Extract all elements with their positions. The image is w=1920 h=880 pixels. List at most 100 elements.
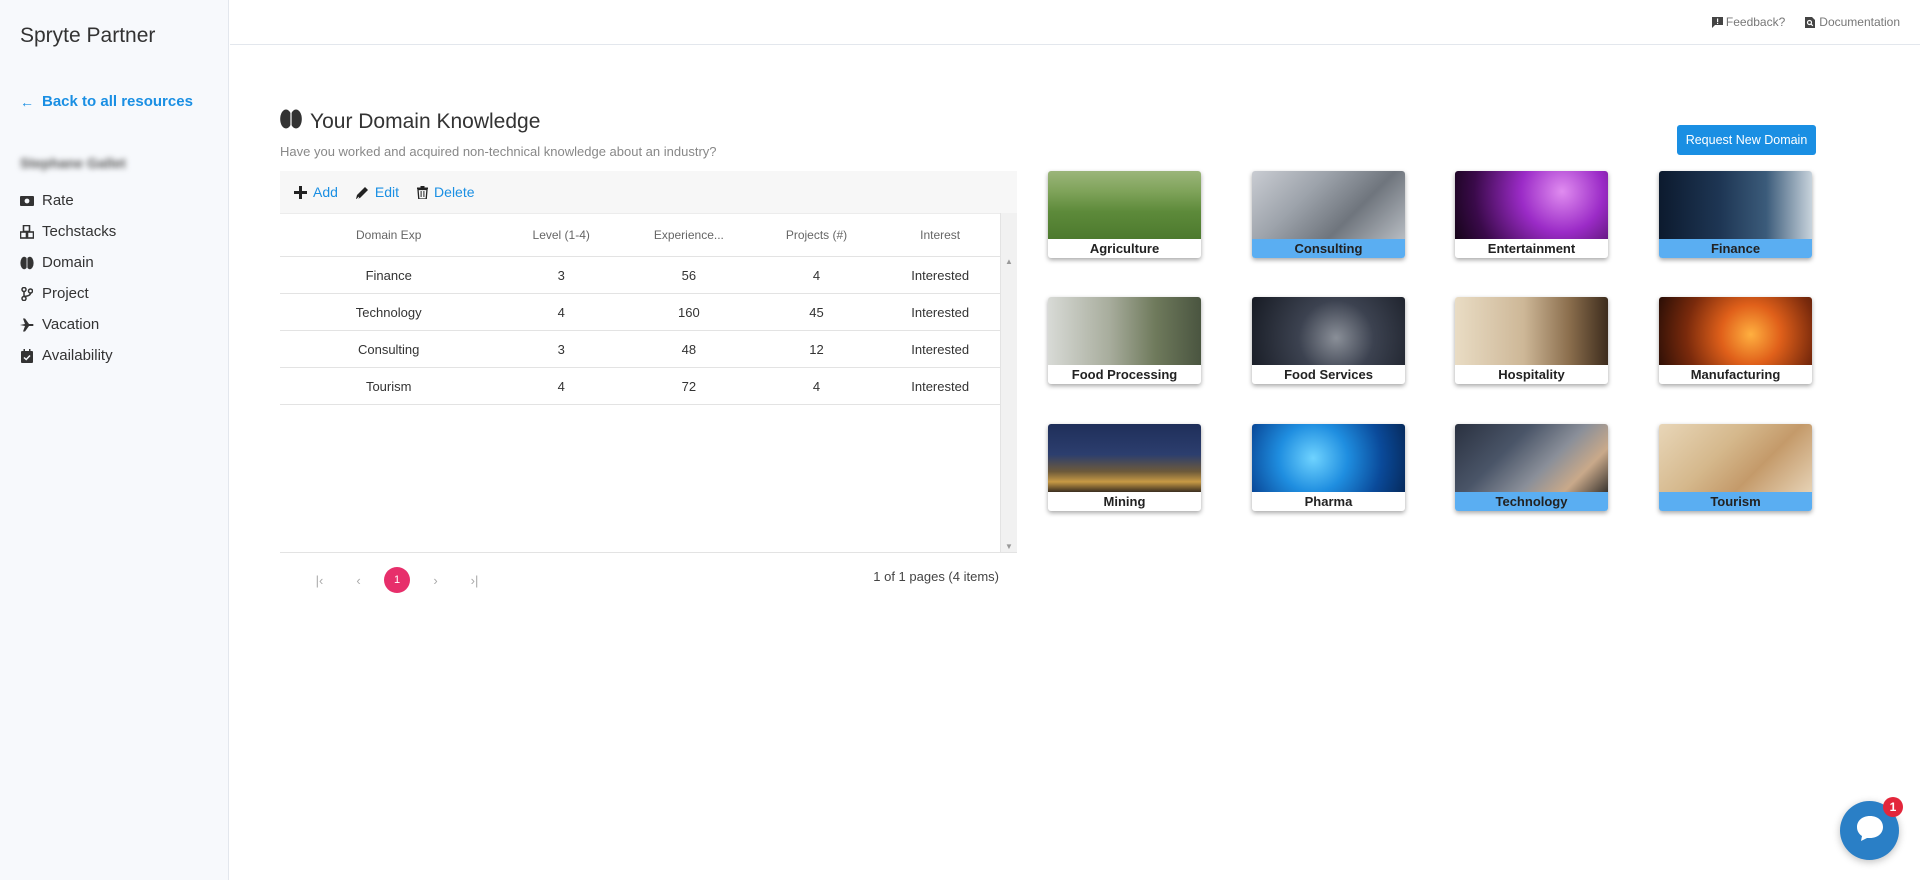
grid-header: Domain Exp Level (1-4) Experience... Pro… [280, 213, 1000, 257]
tile-label: Entertainment [1487, 241, 1576, 256]
cell-interest: Interested [911, 267, 970, 283]
feedback-label: Feedback? [1725, 15, 1786, 29]
delete-button[interactable]: Delete [417, 184, 475, 200]
sidebar-item-availability[interactable]: Availability [20, 340, 116, 371]
table-row[interactable]: Tourism 4 72 4 Interested [280, 368, 1000, 405]
cell-domain: Technology [355, 304, 422, 320]
table-row[interactable]: Consulting 3 48 12 Interested [280, 331, 1000, 368]
domain-tile-entertainment[interactable]: Entertainment [1455, 171, 1608, 258]
trash-icon [417, 185, 429, 199]
pager: |‹ ‹ 1 › ›| [300, 567, 494, 593]
arrow-left-icon: ← [20, 93, 34, 110]
page-button-current[interactable]: 1 [384, 567, 410, 593]
sidebar-item-vacation[interactable]: Vacation [20, 309, 116, 340]
chat-button[interactable]: 1 [1840, 797, 1903, 860]
pharma-image [1252, 424, 1405, 492]
top-links: Feedback? Documentation [1711, 15, 1900, 29]
sidebar: Spryte Partner ← Back to all resources S… [0, 0, 229, 880]
prev-page-icon[interactable]: ‹ [339, 573, 378, 588]
column-header[interactable]: Projects (#) [753, 228, 881, 242]
domain-tile-manufacturing[interactable]: Manufacturing [1659, 297, 1812, 384]
sidebar-item-domain[interactable]: Domain [20, 247, 116, 278]
domain-tile-hospitality[interactable]: Hospitality [1455, 297, 1608, 384]
cell-domain: Consulting [357, 341, 420, 357]
user-name: Stephane Gallet [20, 155, 126, 171]
tile-label: Food Services [1284, 367, 1373, 382]
cell-domain: Finance [365, 267, 412, 283]
calendar-check-icon [20, 348, 34, 363]
domain-tile-pharma[interactable]: Pharma [1252, 424, 1405, 511]
pencil-icon [355, 186, 369, 199]
scroll-up-icon[interactable]: ▲ [1005, 257, 1013, 266]
cell-interest: Interested [911, 304, 970, 320]
document-search-icon [1805, 16, 1816, 28]
last-page-icon[interactable]: ›| [455, 573, 494, 588]
grid-toolbar: Add Edit Delete [280, 171, 1017, 213]
domain-tile-mining[interactable]: Mining [1048, 424, 1201, 511]
sidebar-item-techstacks[interactable]: Techstacks [20, 216, 116, 247]
sidebar-item-label: Rate [42, 192, 74, 209]
entertainment-image [1455, 171, 1608, 239]
documentation-link[interactable]: Documentation [1805, 15, 1900, 29]
branch-icon [20, 286, 34, 301]
add-label: Add [313, 184, 338, 200]
domain-tile-finance[interactable]: Finance [1659, 171, 1812, 258]
manufacturing-image [1659, 297, 1812, 365]
chat-notification-badge: 1 [1883, 797, 1903, 817]
edit-button[interactable]: Edit [355, 184, 400, 200]
brain-icon [20, 256, 34, 270]
tile-label: Hospitality [1498, 367, 1565, 382]
cubes-icon [20, 224, 34, 239]
add-button[interactable]: Add [294, 184, 338, 200]
page-title-text: Your Domain Knowledge [310, 110, 541, 133]
domain-tile-agriculture[interactable]: Agriculture [1048, 171, 1201, 258]
table-row[interactable]: Technology 4 160 45 Interested [280, 294, 1000, 331]
brain-icon [280, 109, 302, 135]
back-to-resources-link[interactable]: ← Back to all resources [20, 93, 193, 110]
cell-projects: 12 [809, 341, 824, 357]
request-new-domain-button[interactable]: Request New Domain [1677, 125, 1816, 155]
mining-image [1048, 424, 1201, 492]
pager-divider [280, 552, 1017, 553]
money-icon [20, 194, 34, 208]
agriculture-image [1048, 171, 1201, 239]
sidebar-item-project[interactable]: Project [20, 278, 116, 309]
tile-label: Food Processing [1071, 367, 1178, 382]
feedback-link[interactable]: Feedback? [1711, 15, 1786, 29]
tile-label: Agriculture [1089, 241, 1160, 256]
next-page-icon[interactable]: › [416, 573, 455, 588]
domain-tile-tourism[interactable]: Tourism [1659, 424, 1812, 511]
tile-label: Consulting [1252, 239, 1405, 258]
table-row[interactable]: Finance 3 56 4 Interested [280, 257, 1000, 294]
top-bar: Feedback? Documentation [230, 0, 1920, 45]
column-header[interactable]: Interest [880, 228, 1000, 242]
column-header[interactable]: Level (1-4) [497, 228, 625, 242]
page-title: Your Domain Knowledge [280, 109, 540, 135]
domain-tile-technology[interactable]: Technology [1455, 424, 1608, 511]
domain-tile-consulting[interactable]: Consulting [1252, 171, 1405, 258]
cell-projects: 4 [812, 378, 821, 394]
cell-domain: Tourism [365, 378, 412, 394]
sidebar-item-label: Vacation [42, 316, 100, 333]
column-header[interactable]: Experience... [625, 228, 753, 242]
first-page-icon[interactable]: |‹ [300, 573, 339, 588]
domain-grid: Add Edit Delete Domain Exp Level (1-4) E… [280, 171, 1017, 589]
scroll-down-icon[interactable]: ▼ [1005, 542, 1013, 551]
sidebar-item-rate[interactable]: Rate [20, 185, 116, 216]
food-processing-image [1048, 297, 1201, 365]
grid-scrollbar[interactable]: ▲ ▼ [1000, 213, 1017, 553]
sidebar-item-label: Project [42, 285, 89, 302]
tile-label: Pharma [1304, 494, 1353, 509]
cell-projects: 4 [812, 267, 821, 283]
page-subtitle: Have you worked and acquired non-technic… [280, 144, 717, 159]
cell-level: 3 [557, 341, 565, 357]
tile-label: Mining [1103, 494, 1146, 509]
domain-tile-food-services[interactable]: Food Services [1252, 297, 1405, 384]
column-header[interactable]: Domain Exp [280, 228, 497, 242]
chat-bubble-icon [1855, 814, 1885, 847]
back-link-label: Back to all resources [42, 93, 193, 110]
edit-label: Edit [374, 184, 400, 200]
sidebar-item-label: Domain [42, 254, 94, 271]
cell-level: 4 [557, 378, 565, 394]
domain-tile-food-processing[interactable]: Food Processing [1048, 297, 1201, 384]
